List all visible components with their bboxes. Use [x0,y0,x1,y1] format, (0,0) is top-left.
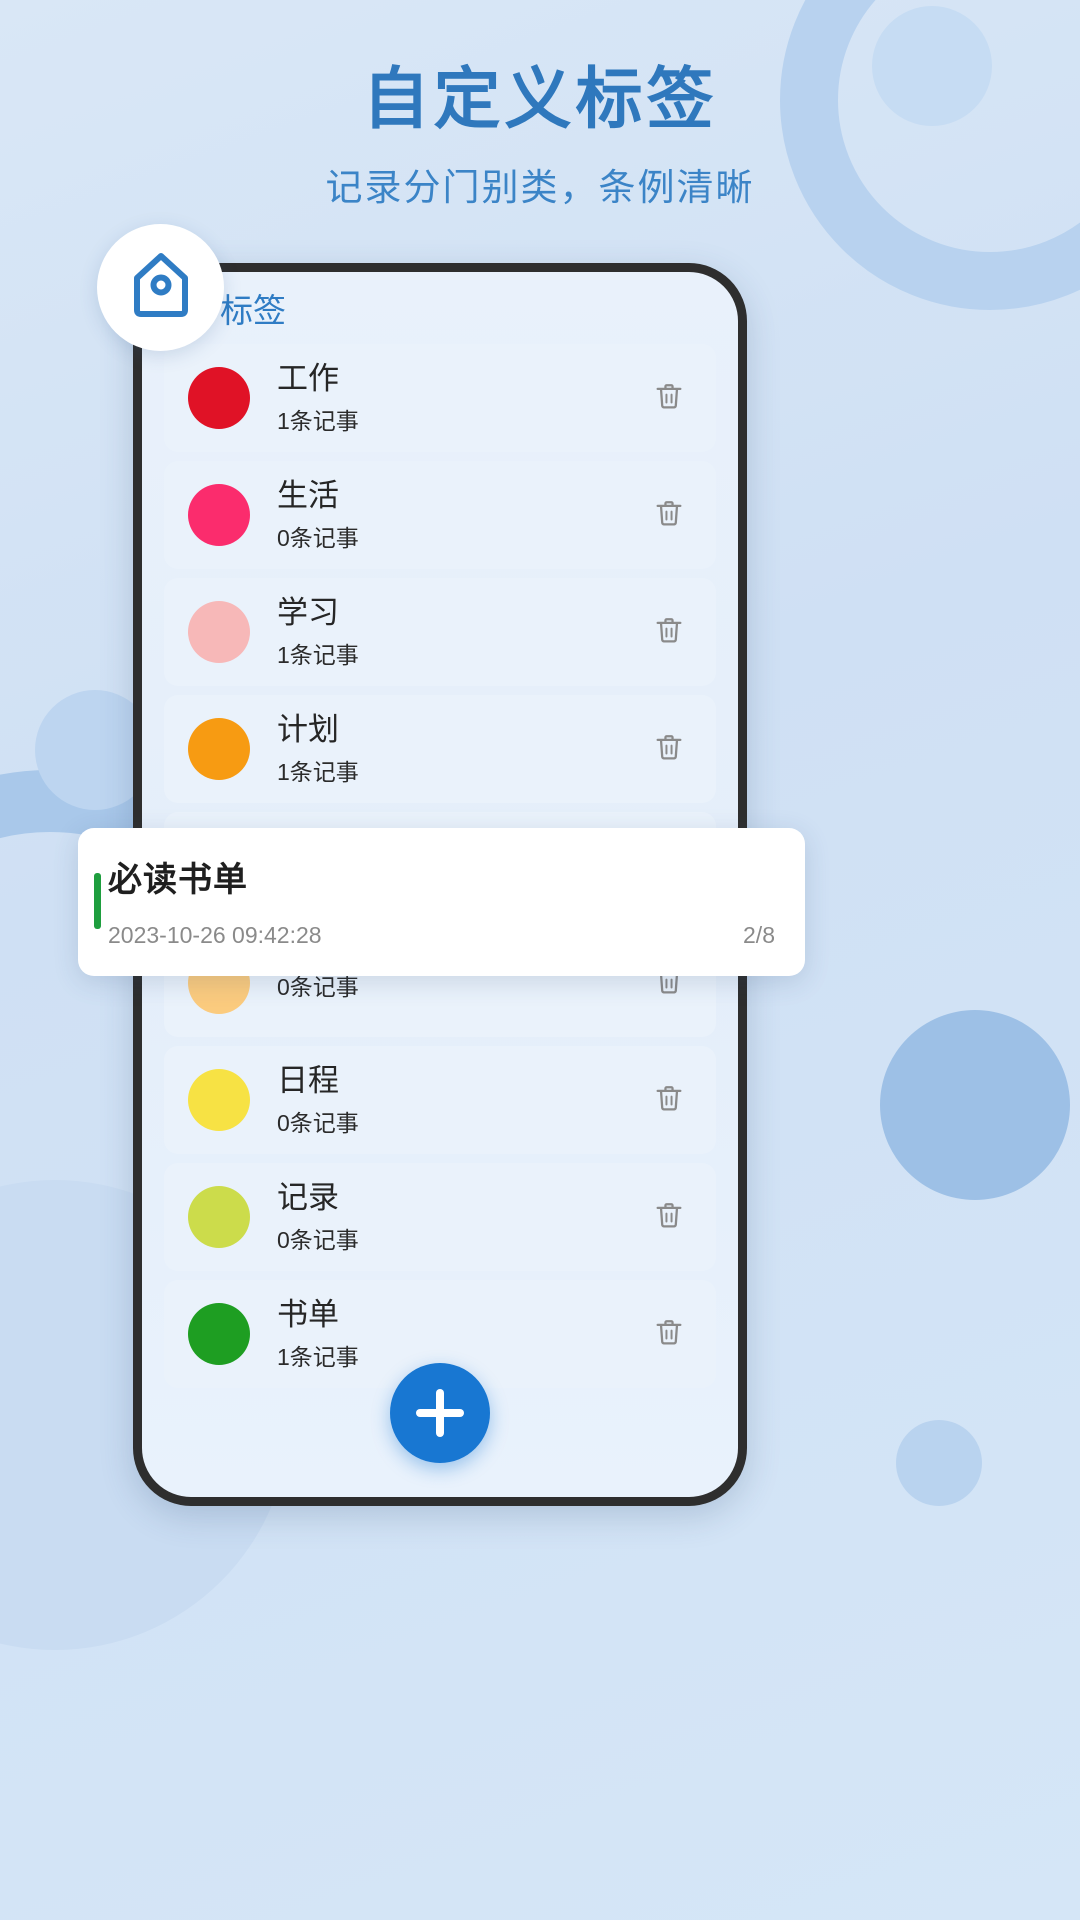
toast-title: 必读书单 [108,852,775,901]
tag-color-dot [188,1303,250,1365]
tag-icon [131,252,191,323]
toast-meta: 2023-10-26 09:42:28 2/8 [108,922,775,949]
headline-block: 自定义标签 记录分门别类，条例清晰 [0,62,1080,211]
tag-count: 1条记事 [277,753,646,787]
tag-color-dot [188,484,250,546]
delete-tag-button[interactable] [646,1077,692,1123]
add-tag-button[interactable] [390,1363,490,1463]
trash-icon [652,496,686,535]
tag-count: 0条记事 [277,1221,646,1255]
deco-circle-bottom-right-small [896,1420,982,1506]
trash-icon [652,1198,686,1237]
tag-text: 计划1条记事 [277,711,646,788]
tag-name: 计划 [277,711,646,750]
tag-row[interactable]: 计划1条记事 [164,695,716,803]
trash-icon [652,613,686,652]
tag-text: 工作1条记事 [277,360,646,437]
tag-text: 学习1条记事 [277,594,646,671]
toast-page-indicator: 2/8 [743,922,775,949]
delete-tag-button[interactable] [646,375,692,421]
trash-icon [652,1315,686,1354]
tag-row[interactable]: 记录0条记事 [164,1163,716,1271]
tag-name: 记录 [277,1179,646,1218]
toast-accent-bar [94,873,101,929]
tag-color-dot [188,1069,250,1131]
delete-tag-button[interactable] [646,609,692,655]
tag-count: 1条记事 [277,402,646,436]
tag-count: 1条记事 [277,636,646,670]
tag-color-dot [188,367,250,429]
tag-count: 0条记事 [277,1104,646,1138]
trash-icon [652,730,686,769]
tag-name: 学习 [277,594,646,633]
app-header: 标签 [142,272,738,344]
tag-text: 记录0条记事 [277,1179,646,1256]
app-header-title: 标签 [220,284,286,332]
page-subtitle: 记录分门别类，条例清晰 [0,157,1080,211]
tag-color-dot [188,601,250,663]
tag-row[interactable]: 工作1条记事 [164,344,716,452]
page-title: 自定义标签 [0,62,1080,137]
tag-text: 生活0条记事 [277,477,646,554]
tag-name: 生活 [277,477,646,516]
tag-name: 工作 [277,360,646,399]
delete-tag-button[interactable] [646,492,692,538]
fab-container [142,1363,738,1463]
tag-name: 书单 [277,1296,646,1335]
tag-name: 日程 [277,1062,646,1101]
tag-text: 日程0条记事 [277,1062,646,1139]
plus-icon [416,1389,464,1437]
tag-row[interactable]: 学习1条记事 [164,578,716,686]
delete-tag-button[interactable] [646,1311,692,1357]
tag-text: 书单1条记事 [277,1296,646,1373]
tag-color-dot [188,718,250,780]
trash-icon [652,1081,686,1120]
tag-row[interactable]: 生活0条记事 [164,461,716,569]
delete-tag-button[interactable] [646,1194,692,1240]
deco-circle-bottom-right [880,1010,1070,1200]
tag-color-dot [188,1186,250,1248]
tag-badge [97,224,224,351]
trash-icon [652,379,686,418]
tag-count: 0条记事 [277,519,646,553]
tag-row[interactable]: 日程0条记事 [164,1046,716,1154]
delete-tag-button[interactable] [646,726,692,772]
toast-card[interactable]: 必读书单 2023-10-26 09:42:28 2/8 [78,828,805,976]
toast-timestamp: 2023-10-26 09:42:28 [108,922,322,949]
